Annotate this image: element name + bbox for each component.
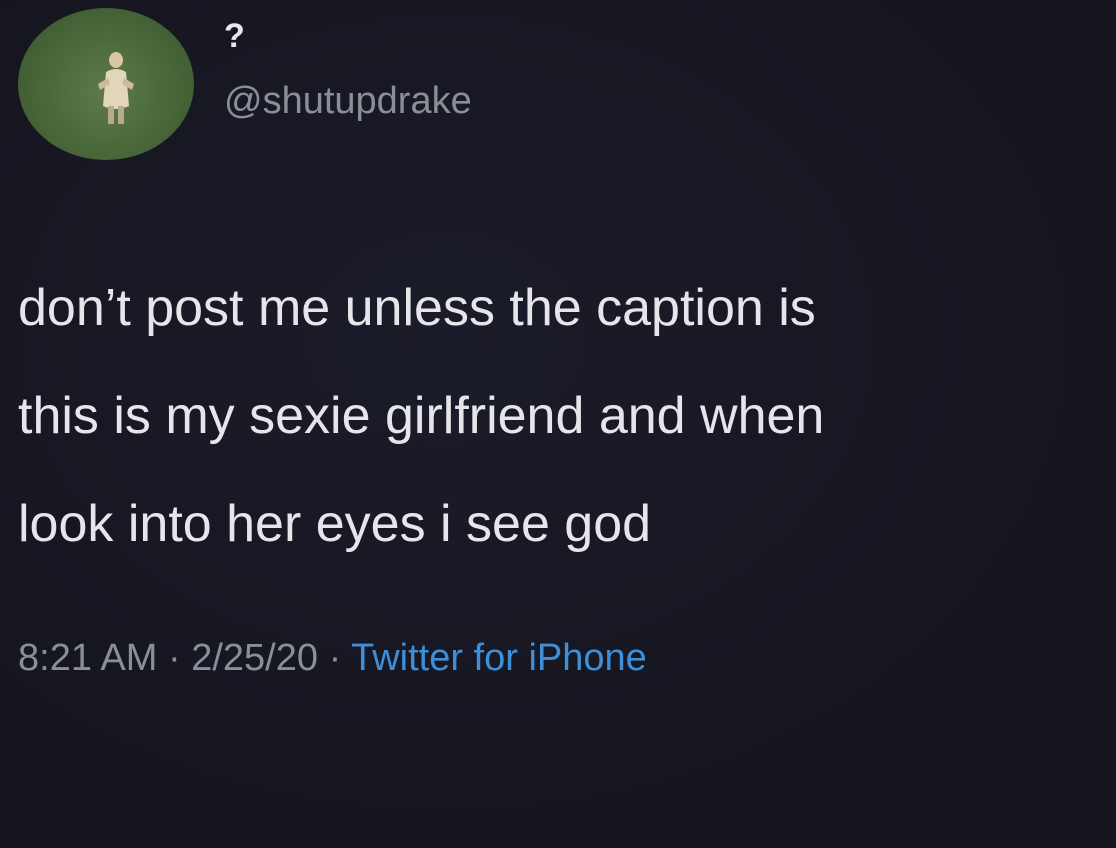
meta-separator: · <box>328 637 342 679</box>
meta-separator: · <box>167 637 181 679</box>
avatar[interactable] <box>18 8 194 160</box>
tweet-date[interactable]: 2/25/20 <box>191 637 318 679</box>
tweet-text-line: don’t post me unless the caption is <box>18 279 816 337</box>
user-handle[interactable]: @shutupdrake <box>224 78 472 124</box>
tweet-source-link[interactable]: Twitter for iPhone <box>351 637 647 679</box>
tweet-text-line: look into her eyes i see god <box>18 495 652 553</box>
tweet-card: ? @shutupdrake don’t post me unless the … <box>0 0 1116 848</box>
avatar-photo-icon <box>98 52 134 124</box>
tweet-meta: 8:21 AM · 2/25/20 · Twitter for iPhone <box>18 630 647 686</box>
tweet-text-line: this is my sexie girlfriend and when <box>18 387 825 445</box>
tweet-time[interactable]: 8:21 AM <box>18 637 157 679</box>
display-name[interactable]: ? <box>224 16 245 56</box>
tweet-text: don’t post me unless the caption is this… <box>18 254 1116 578</box>
